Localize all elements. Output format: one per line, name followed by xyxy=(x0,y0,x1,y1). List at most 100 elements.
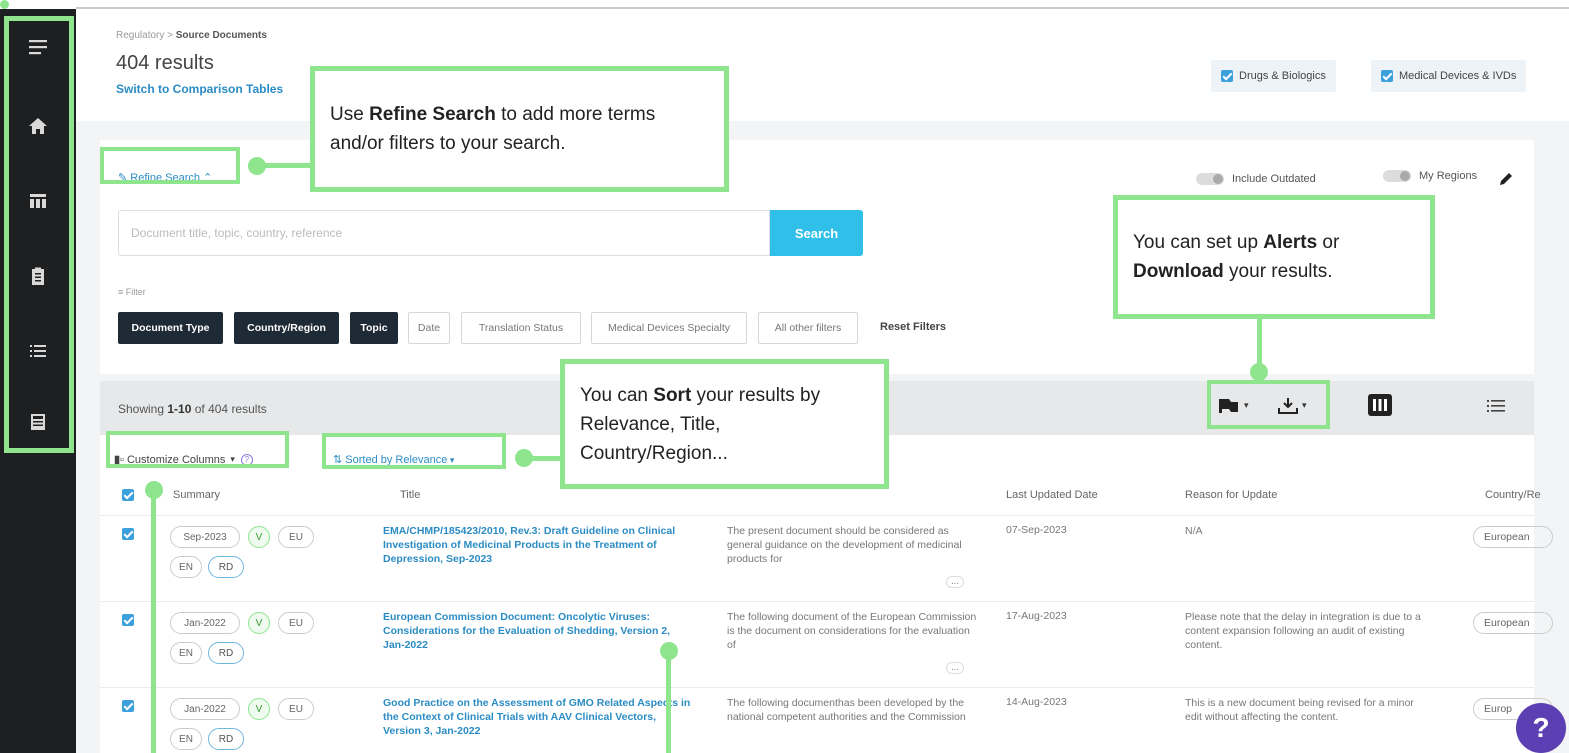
filter-document-type[interactable]: Document Type xyxy=(118,312,223,344)
sort-connector-dot xyxy=(515,449,533,467)
date-pill: Jan-2022 xyxy=(170,698,240,720)
refine-search-highlight xyxy=(100,147,240,184)
category-drugs-biologics[interactable]: Drugs & Biologics xyxy=(1211,60,1336,92)
region-pill: EU xyxy=(278,612,314,634)
callout-text: or xyxy=(1317,232,1340,253)
include-outdated-toggle[interactable]: Include Outdated xyxy=(1196,173,1316,185)
list-view-icon[interactable] xyxy=(1486,396,1506,416)
filter-heading: ≡ Filter xyxy=(118,287,146,297)
row-checkbox[interactable] xyxy=(122,528,134,540)
last-updated-date: 17-Aug-2023 xyxy=(1006,610,1067,622)
include-outdated-label: Include Outdated xyxy=(1232,173,1316,185)
reason-for-update: N/A xyxy=(1185,525,1203,537)
document-title-link[interactable]: Good Practice on the Assessment of GMO R… xyxy=(383,696,693,738)
reason-for-update: This is a new document being revised for… xyxy=(1185,697,1414,723)
column-header-last-updated[interactable]: Last Updated Date xyxy=(1006,489,1098,501)
column-header-title[interactable]: Title xyxy=(400,489,420,501)
sort-callout: You can Sort your results by Relevance, … xyxy=(560,359,889,489)
filter-medical-devices-specialty[interactable]: Medical Devices Specialty xyxy=(591,312,747,344)
table-row[interactable]: Jan-2022 V EU EN RD European Commission … xyxy=(100,601,1553,687)
search-input[interactable]: Document title, topic, country, referenc… xyxy=(118,210,770,256)
alerts-download-highlight xyxy=(1207,380,1330,429)
more-icon[interactable]: … xyxy=(946,576,964,588)
document-title-link[interactable]: European Commission Document: Oncolytic … xyxy=(383,610,693,652)
category-medical-devices[interactable]: Medical Devices & IVDs xyxy=(1371,60,1527,92)
checkbox-checked-icon xyxy=(1221,70,1233,82)
language-pill: EN xyxy=(170,556,202,578)
title-connector-dot xyxy=(660,642,678,660)
callout-bold: Alerts xyxy=(1263,232,1318,253)
filter-country-region[interactable]: Country/Region xyxy=(234,312,339,344)
sidebar-highlight xyxy=(4,16,74,453)
title-connector-line xyxy=(666,651,671,753)
corner-marker xyxy=(0,0,9,9)
document-title-link[interactable]: EMA/CHMP/185423/2010, Rev.3: Draft Guide… xyxy=(383,524,693,566)
column-header-reason[interactable]: Reason for Update xyxy=(1185,489,1277,501)
breadcrumb-root[interactable]: Regulatory xyxy=(116,30,164,41)
breadcrumb-current: Source Documents xyxy=(175,30,267,41)
date-pill: Jan-2022 xyxy=(170,612,240,634)
document-summary: The following document of the European C… xyxy=(727,611,977,651)
date-pill: Sep-2023 xyxy=(170,526,240,548)
table-row[interactable]: Sep-2023 V EU EN RD EMA/CHMP/185423/2010… xyxy=(100,515,1553,601)
row-checkbox[interactable] xyxy=(122,700,134,712)
filter-label: Filter xyxy=(125,287,146,297)
switch-to-comparison-link[interactable]: Switch to Comparison Tables xyxy=(116,82,283,96)
refine-search-callout: Use Refine Search to add more terms and/… xyxy=(310,66,729,192)
customize-connector-line xyxy=(151,489,156,753)
column-view-icon[interactable] xyxy=(1368,394,1392,416)
page-header: Regulatory > Source Documents 404 result… xyxy=(76,9,1569,121)
customize-connector-dot xyxy=(145,481,163,499)
callout-text: Use xyxy=(330,104,370,125)
callout-bold: Download xyxy=(1133,261,1224,282)
column-header-summary[interactable]: Summary xyxy=(173,489,220,501)
help-button[interactable]: ? xyxy=(1516,703,1566,753)
callout-text: your results. xyxy=(1223,261,1333,282)
callout-text: You can xyxy=(580,384,654,406)
reset-filters-button[interactable]: Reset Filters xyxy=(880,321,946,333)
filter-all-other[interactable]: All other filters xyxy=(758,312,858,344)
sidebar xyxy=(0,9,76,753)
category-label: Medical Devices & IVDs xyxy=(1399,70,1517,82)
country-pill: European xyxy=(1473,526,1553,548)
toggle-switch[interactable] xyxy=(1383,170,1411,182)
toggle-switch[interactable] xyxy=(1196,173,1224,185)
callout-bold: Refine Search xyxy=(369,104,496,125)
refine-search-callout-text: Use Refine Search to add more terms and/… xyxy=(330,100,709,158)
filter-translation-status[interactable]: Translation Status xyxy=(461,312,581,344)
showing-count: Showing 1-10 of 404 results xyxy=(118,402,267,416)
customize-columns-highlight xyxy=(106,431,289,468)
last-updated-date: 07-Sep-2023 xyxy=(1006,524,1067,536)
version-badge: V xyxy=(248,612,270,634)
column-header-country[interactable]: Country/Re xyxy=(1485,489,1541,501)
region-pill: EU xyxy=(278,698,314,720)
callout-bold: Sort xyxy=(653,384,692,406)
search-button[interactable]: Search xyxy=(770,210,863,256)
breadcrumb: Regulatory > Source Documents xyxy=(116,30,267,41)
document-summary: The present document should be considere… xyxy=(727,525,962,565)
row-checkbox[interactable] xyxy=(122,614,134,626)
filter-date[interactable]: Date xyxy=(408,312,450,344)
page-title: 404 results xyxy=(116,52,214,74)
refine-connector-dot xyxy=(248,157,266,175)
breadcrumb-separator: > xyxy=(164,30,176,41)
select-all-checkbox[interactable] xyxy=(122,489,134,501)
showing-range: 1-10 xyxy=(167,402,192,416)
my-regions-label: My Regions xyxy=(1419,170,1478,182)
pencil-icon[interactable] xyxy=(1499,172,1513,186)
rd-pill: RD xyxy=(208,728,244,750)
my-regions-toggle[interactable]: My Regions xyxy=(1383,170,1477,182)
alerts-download-callout: You can set up Alerts or Download your r… xyxy=(1113,195,1435,319)
version-badge: V xyxy=(248,698,270,720)
version-badge: V xyxy=(248,526,270,548)
more-icon[interactable]: … xyxy=(946,662,964,674)
filter-icon: ≡ xyxy=(118,287,126,297)
showing-suffix: of 404 results xyxy=(191,402,267,416)
refine-connector-line xyxy=(262,163,314,168)
table-row[interactable]: Jan-2022 V EU EN RD Good Practice on the… xyxy=(100,687,1553,753)
category-label: Drugs & Biologics xyxy=(1239,70,1326,82)
alerts-connector-dot xyxy=(1250,363,1268,381)
filter-topic[interactable]: Topic xyxy=(350,312,398,344)
sort-callout-text: You can Sort your results by Relevance, … xyxy=(580,381,869,468)
showing-prefix: Showing xyxy=(118,402,168,416)
